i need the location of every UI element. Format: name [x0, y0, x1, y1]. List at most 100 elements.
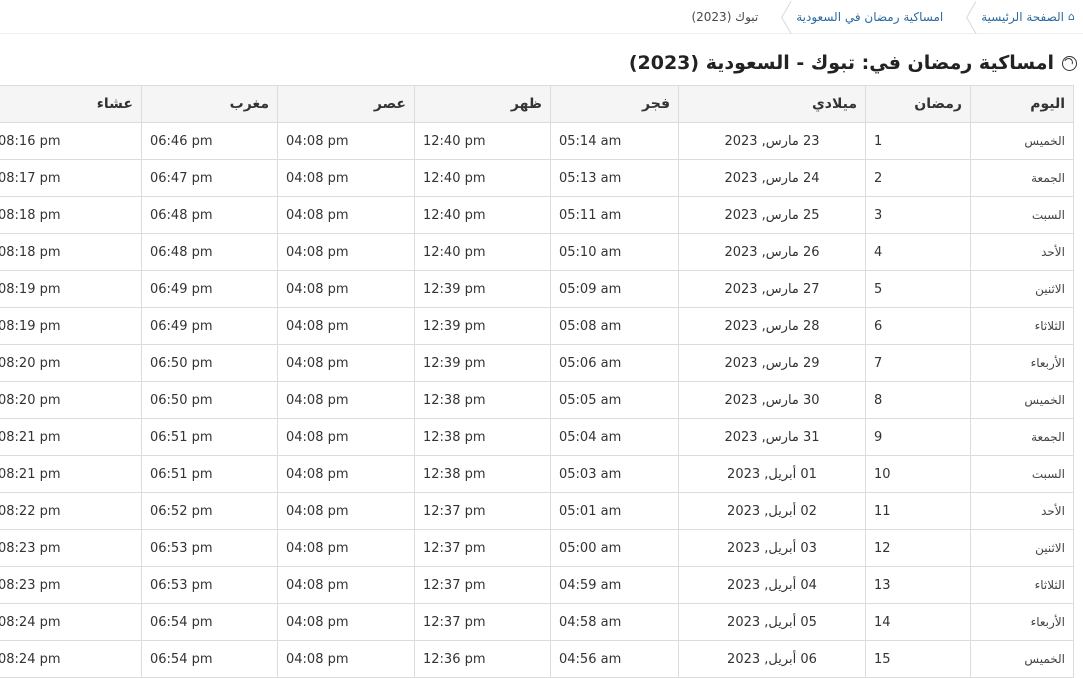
breadcrumb-current-label: تبوك (2023)	[691, 9, 759, 24]
cell-day: الاثنين	[970, 270, 1074, 308]
cell-gregorian: 23 مارس, 2023	[678, 122, 866, 160]
cell-ramadan: 11	[865, 492, 971, 530]
cell-maghrib: 06:51 pm	[141, 418, 278, 456]
cell-asr: 04:08 pm	[277, 270, 415, 308]
cell-asr: 04:08 pm	[277, 344, 415, 382]
cell-maghrib: 06:53 pm	[141, 566, 278, 604]
table-row: الجمعة 9 31 مارس, 2023 05:04 am 12:38 pm 04:0…	[0, 418, 1074, 456]
cell-dhuhr: 12:39 pm	[414, 344, 551, 382]
table-header: اليوم رمضان ميلادي فجر ظهر عصر مغرب عشاء	[0, 85, 1074, 123]
header-dhuhr: ظهر	[414, 85, 551, 123]
cell-day: الأربعاء	[970, 603, 1074, 641]
cell-ramadan: 8	[865, 381, 971, 419]
header-gregorian: ميلادي	[678, 85, 866, 123]
cell-asr: 04:08 pm	[277, 159, 415, 197]
imsakiya-table: اليوم رمضان ميلادي فجر ظهر عصر مغرب عشاء…	[0, 85, 1074, 678]
cell-dhuhr: 12:39 pm	[414, 270, 551, 308]
cell-fajr: 04:58 am	[550, 603, 679, 641]
cell-maghrib: 06:46 pm	[141, 122, 278, 160]
table-row: الاثنين 12 03 أبريل, 2023 05:00 am 12:37 pm 0…	[0, 529, 1074, 567]
cell-maghrib: 06:48 pm	[141, 196, 278, 234]
cell-gregorian: 02 أبريل, 2023	[678, 492, 866, 530]
breadcrumb: ⌂ الصفحة الرئيسية امساكية رمضان في السعو…	[0, 0, 1083, 34]
cell-ramadan: 10	[865, 455, 971, 493]
cell-ramadan: 5	[865, 270, 971, 308]
cell-isha: 08:20 pm	[0, 344, 142, 382]
cell-dhuhr: 12:37 pm	[414, 492, 551, 530]
cell-asr: 04:08 pm	[277, 307, 415, 345]
cell-dhuhr: 12:40 pm	[414, 196, 551, 234]
table-row: الثلاثاء 13 04 أبريل, 2023 04:59 am 12:37 pm…	[0, 566, 1074, 604]
cell-asr: 04:08 pm	[277, 603, 415, 641]
cell-ramadan: 3	[865, 196, 971, 234]
cell-fajr: 05:09 am	[550, 270, 679, 308]
cell-ramadan: 7	[865, 344, 971, 382]
cell-dhuhr: 12:37 pm	[414, 603, 551, 641]
table-row: السبت 3 25 مارس, 2023 05:11 am 12:40 pm 04:08…	[0, 196, 1074, 234]
cell-day: الاثنين	[970, 529, 1074, 567]
home-icon: ⌂	[1068, 10, 1075, 23]
cell-dhuhr: 12:40 pm	[414, 159, 551, 197]
table-row: الثلاثاء 6 28 مارس, 2023 05:08 am 12:39 pm 04…	[0, 307, 1074, 345]
cell-dhuhr: 12:37 pm	[414, 529, 551, 567]
header-ramadan: رمضان	[865, 85, 971, 123]
cell-day: الأربعاء	[970, 344, 1074, 382]
cell-asr: 04:08 pm	[277, 566, 415, 604]
table-row: الأحد 11 02 أبريل, 2023 05:01 am 12:37 pm 04:…	[0, 492, 1074, 530]
cell-ramadan: 14	[865, 603, 971, 641]
cell-day: الخميس	[970, 122, 1074, 160]
cell-ramadan: 13	[865, 566, 971, 604]
imsakiya-table-wrapper: اليوم رمضان ميلادي فجر ظهر عصر مغرب عشاء…	[0, 85, 1074, 678]
cell-isha: 08:18 pm	[0, 233, 142, 271]
cell-isha: 08:19 pm	[0, 307, 142, 345]
cell-isha: 08:16 pm	[0, 122, 142, 160]
cell-maghrib: 06:51 pm	[141, 455, 278, 493]
cell-ramadan: 2	[865, 159, 971, 197]
cell-asr: 04:08 pm	[277, 196, 415, 234]
cell-maghrib: 06:52 pm	[141, 492, 278, 530]
cell-gregorian: 01 أبريل, 2023	[678, 455, 866, 493]
cell-isha: 08:23 pm	[0, 529, 142, 567]
cell-fajr: 05:10 am	[550, 233, 679, 271]
cell-dhuhr: 12:38 pm	[414, 418, 551, 456]
table-row: الأربعاء 7 29 مارس, 2023 05:06 am 12:39 pm 04…	[0, 344, 1074, 382]
cell-fajr: 05:08 am	[550, 307, 679, 345]
cell-isha: 08:21 pm	[0, 455, 142, 493]
cell-gregorian: 05 أبريل, 2023	[678, 603, 866, 641]
cell-asr: 04:08 pm	[277, 381, 415, 419]
cell-isha: 08:22 pm	[0, 492, 142, 530]
page: ⌂ الصفحة الرئيسية امساكية رمضان في السعو…	[0, 0, 1083, 678]
table-row: الجمعة 2 24 مارس, 2023 05:13 am 12:40 pm 04:0…	[0, 159, 1074, 197]
cell-maghrib: 06:48 pm	[141, 233, 278, 271]
cell-day: الثلاثاء	[970, 566, 1074, 604]
cell-fajr: 05:14 am	[550, 122, 679, 160]
cell-isha: 08:18 pm	[0, 196, 142, 234]
cell-gregorian: 29 مارس, 2023	[678, 344, 866, 382]
cell-dhuhr: 12:40 pm	[414, 122, 551, 160]
breadcrumb-home[interactable]: ⌂ الصفحة الرئيسية	[981, 0, 1075, 34]
cell-ramadan: 12	[865, 529, 971, 567]
cell-fajr: 05:05 am	[550, 381, 679, 419]
cell-gregorian: 30 مارس, 2023	[678, 381, 866, 419]
header-fajr: فجر	[550, 85, 679, 123]
cell-asr: 04:08 pm	[277, 233, 415, 271]
table-row: السبت 10 01 أبريل, 2023 05:03 am 12:38 pm 04:…	[0, 455, 1074, 493]
cell-day: السبت	[970, 455, 1074, 493]
cell-dhuhr: 12:39 pm	[414, 307, 551, 345]
header-asr: عصر	[277, 85, 415, 123]
cell-fajr: 05:13 am	[550, 159, 679, 197]
cell-fajr: 05:11 am	[550, 196, 679, 234]
breadcrumb-section[interactable]: امساكية رمضان في السعودية	[796, 0, 943, 34]
cell-maghrib: 06:54 pm	[141, 603, 278, 641]
cell-day: الأحد	[970, 492, 1074, 530]
cell-ramadan: 4	[865, 233, 971, 271]
cell-dhuhr: 12:37 pm	[414, 566, 551, 604]
cell-fajr: 05:04 am	[550, 418, 679, 456]
cell-gregorian: 25 مارس, 2023	[678, 196, 866, 234]
cell-asr: 04:08 pm	[277, 122, 415, 160]
breadcrumb-section-label: امساكية رمضان في السعودية	[796, 9, 944, 24]
cell-isha: 08:17 pm	[0, 159, 142, 197]
cell-maghrib: 06:50 pm	[141, 381, 278, 419]
cell-gregorian: 31 مارس, 2023	[678, 418, 866, 456]
cell-isha: 08:20 pm	[0, 381, 142, 419]
